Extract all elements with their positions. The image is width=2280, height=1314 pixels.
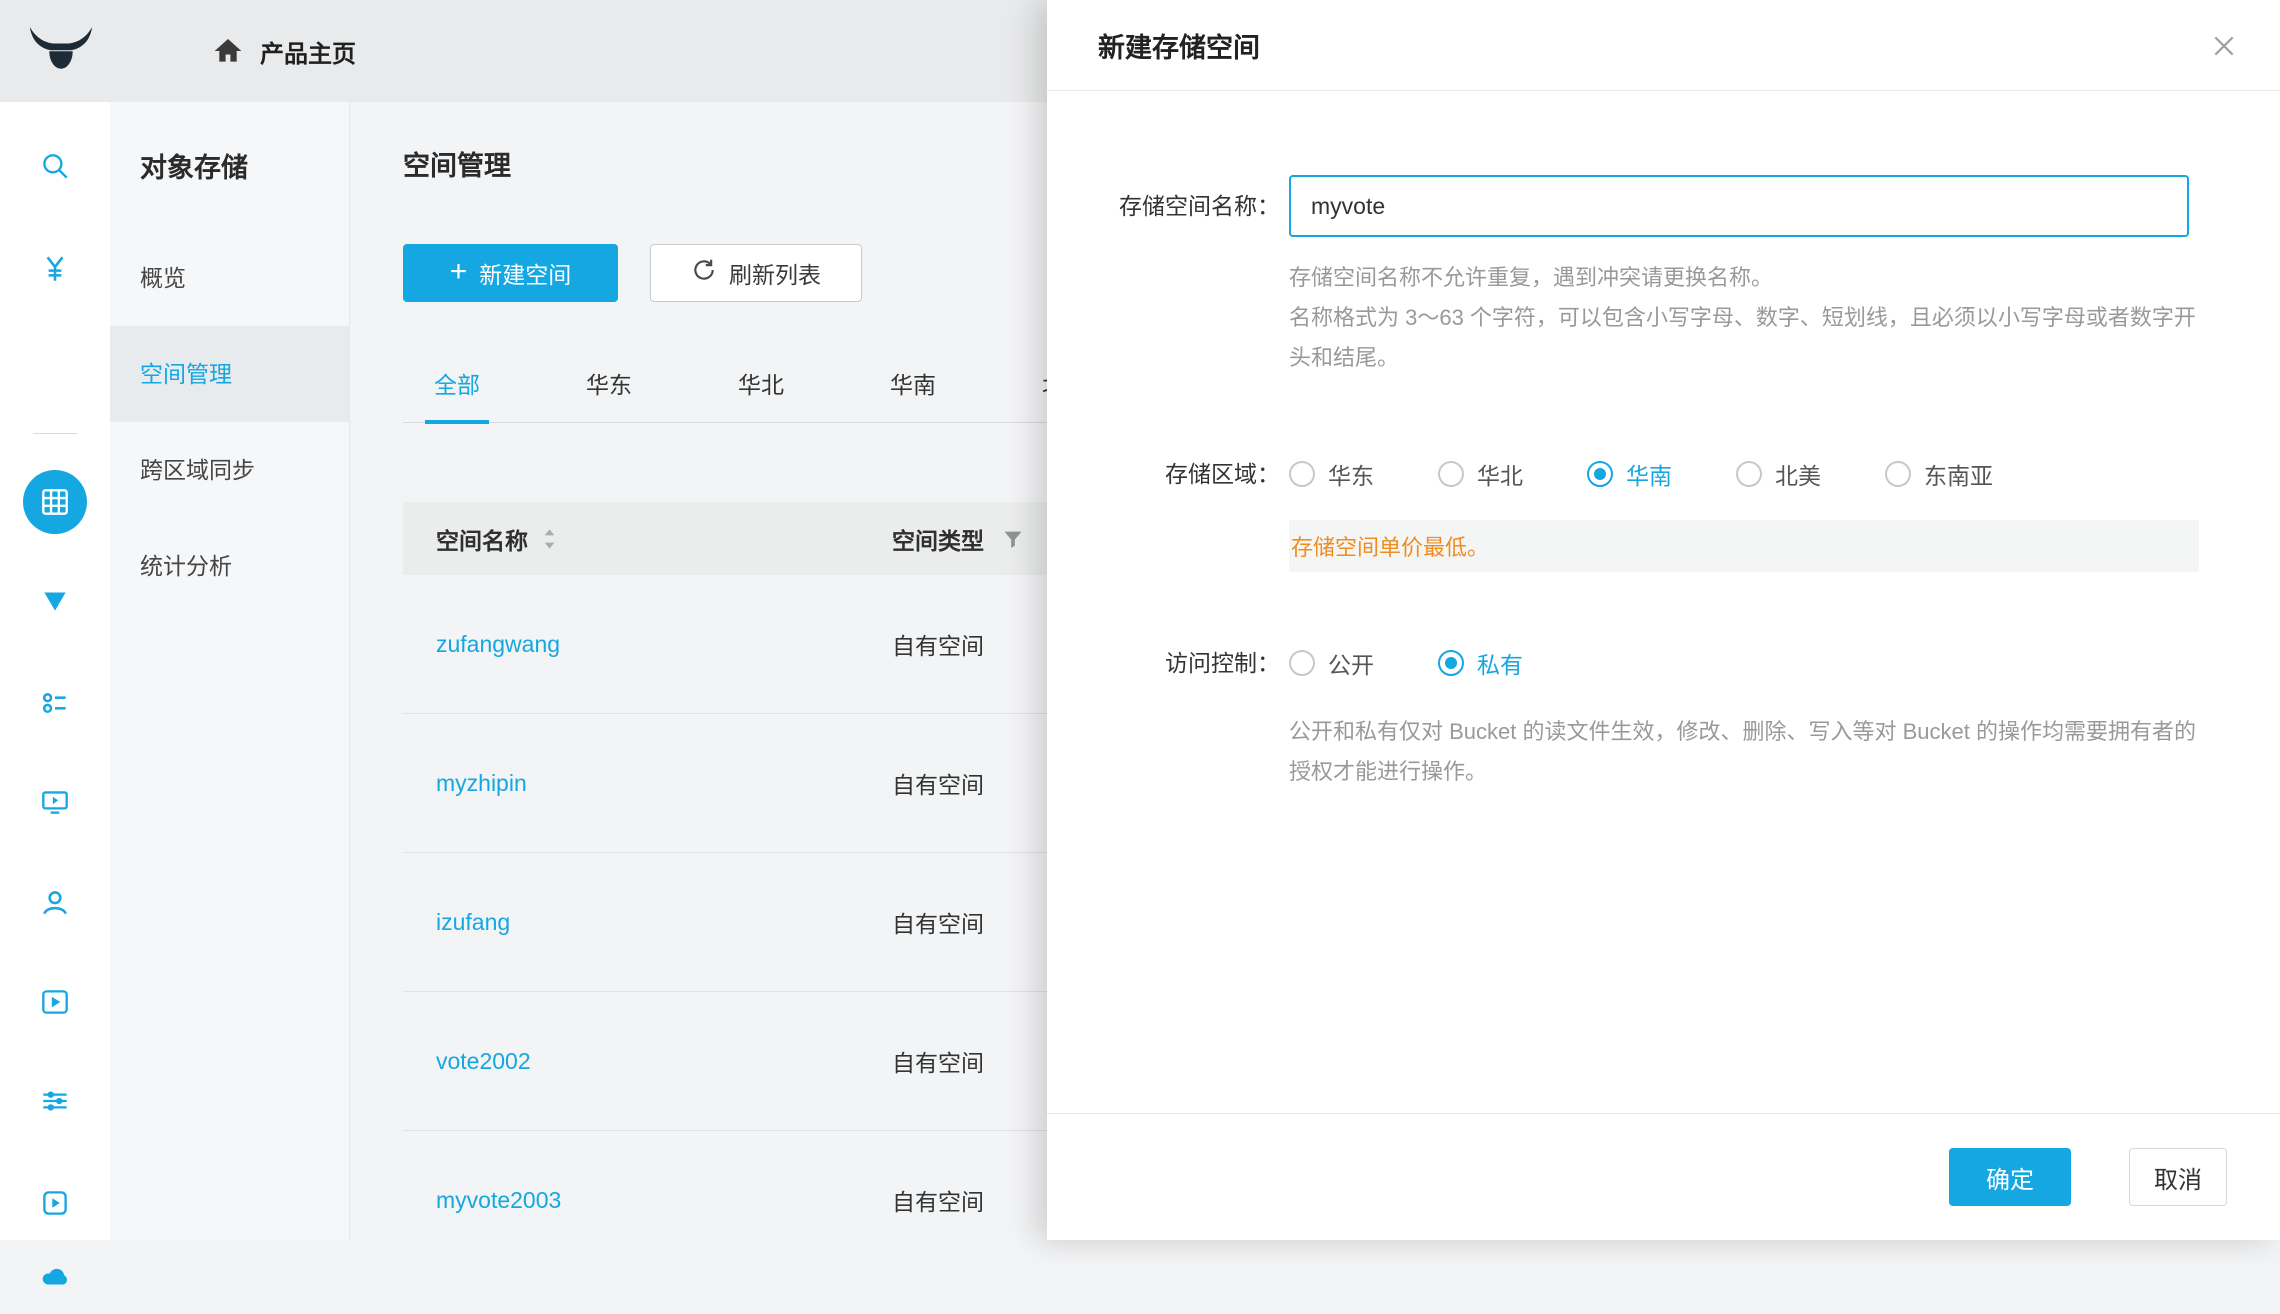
object-storage-icon[interactable]	[0, 465, 110, 539]
qiniu-bull-logo-icon[interactable]	[26, 25, 96, 77]
radio-region-dongnanya[interactable]: 东南亚	[1885, 457, 1993, 491]
radio-access-public[interactable]: 公开	[1289, 646, 1374, 680]
new-space-button[interactable]: + 新建空间	[403, 244, 618, 302]
home-link[interactable]: 产品主页	[212, 34, 356, 69]
bucket-name-input[interactable]	[1289, 175, 2189, 237]
refresh-list-button[interactable]: 刷新列表	[650, 244, 862, 302]
radio-region-huanan[interactable]: 华南	[1587, 457, 1672, 491]
radio-access-private[interactable]: 私有	[1438, 646, 1523, 680]
radio-icon	[1885, 461, 1911, 487]
access-radio-group: 公开 私有	[1289, 639, 1523, 687]
space-name-link[interactable]: zufangwang	[436, 631, 892, 658]
tab-huadong[interactable]: 华东	[586, 350, 632, 423]
rail-divider	[33, 433, 77, 434]
avatar-icon[interactable]	[0, 865, 110, 939]
access-help: 公开和私有仅对 Bucket 的读文件生效，修改、删除、写入等对 Bucket …	[1289, 712, 2214, 792]
confirm-button[interactable]: 确定	[1949, 1148, 2071, 1206]
access-label: 访问控制：	[1047, 639, 1280, 687]
compass-icon[interactable]	[0, 130, 110, 204]
sidebar-title: 对象存储	[110, 102, 349, 208]
sidebar-object-storage: 对象存储 概览 空间管理 跨区域同步 统计分析	[110, 102, 350, 1240]
tab-huabei[interactable]: 华北	[738, 350, 784, 423]
refresh-icon	[691, 257, 717, 289]
cloud-icon[interactable]	[0, 1240, 110, 1314]
video-icon[interactable]	[0, 965, 110, 1039]
region-price-note: 存储空间单价最低。	[1289, 520, 2199, 572]
home-label: 产品主页	[260, 34, 356, 69]
active-service-bubble	[23, 470, 87, 534]
sidebar-item-statistics[interactable]: 统计分析	[110, 518, 349, 614]
cdn-icon[interactable]	[0, 564, 110, 638]
tab-huanan[interactable]: 华南	[890, 350, 936, 423]
bucket-name-label: 存储空间名称：	[1047, 175, 1280, 237]
col-space-type: 空间类型	[892, 522, 984, 556]
modal-footer: 确定 取消	[1047, 1113, 2280, 1240]
region-label: 存储区域：	[1047, 450, 1280, 498]
bucket-name-help: 存储空间名称不允许重复，遇到冲突请更换名称。 名称格式为 3～63 个字符，可以…	[1289, 258, 2214, 378]
finance-icon[interactable]	[0, 232, 110, 306]
plus-icon: +	[450, 257, 468, 287]
modal-title: 新建存储空间	[1098, 26, 1260, 65]
sort-icon[interactable]	[542, 527, 557, 551]
space-name-link[interactable]: vote2002	[436, 1048, 892, 1075]
sidebar-item-overview[interactable]: 概览	[110, 230, 349, 326]
space-name-link[interactable]: myzhipin	[436, 770, 892, 797]
new-bucket-modal: 新建存储空间 存储空间名称： 存储空间名称不允许重复，遇到冲突请更换名称。 名称…	[1047, 0, 2280, 1240]
radio-region-beimei[interactable]: 北美	[1736, 457, 1821, 491]
media-screen-icon[interactable]	[0, 765, 110, 839]
service-icon-rail	[0, 102, 110, 1240]
page-title: 空间管理	[403, 144, 511, 183]
radio-icon	[1289, 461, 1315, 487]
radio-icon	[1289, 650, 1315, 676]
sidebar-item-cross-region-sync[interactable]: 跨区域同步	[110, 422, 349, 518]
tab-all[interactable]: 全部	[434, 350, 480, 423]
radio-selected-icon	[1587, 461, 1613, 487]
space-name-link[interactable]: myvote2003	[436, 1187, 892, 1214]
close-icon[interactable]	[2204, 26, 2244, 66]
radio-icon	[1736, 461, 1762, 487]
radio-selected-icon	[1438, 650, 1464, 676]
space-name-link[interactable]: izufang	[436, 909, 892, 936]
resource-list-icon[interactable]	[0, 666, 110, 740]
region-radio-group: 华东 华北 华南 北美 东南亚	[1289, 450, 1993, 498]
radio-region-huabei[interactable]: 华北	[1438, 457, 1523, 491]
cancel-button[interactable]: 取消	[2129, 1148, 2227, 1206]
player-icon[interactable]	[0, 1166, 110, 1240]
radio-region-huadong[interactable]: 华东	[1289, 457, 1374, 491]
home-icon	[212, 35, 244, 67]
filter-icon[interactable]	[1002, 528, 1024, 550]
col-space-name: 空间名称	[436, 522, 528, 556]
sliders-icon[interactable]	[0, 1064, 110, 1138]
modal-header: 新建存储空间	[1047, 0, 2280, 91]
radio-icon	[1438, 461, 1464, 487]
sidebar-item-space-management[interactable]: 空间管理	[110, 326, 349, 422]
